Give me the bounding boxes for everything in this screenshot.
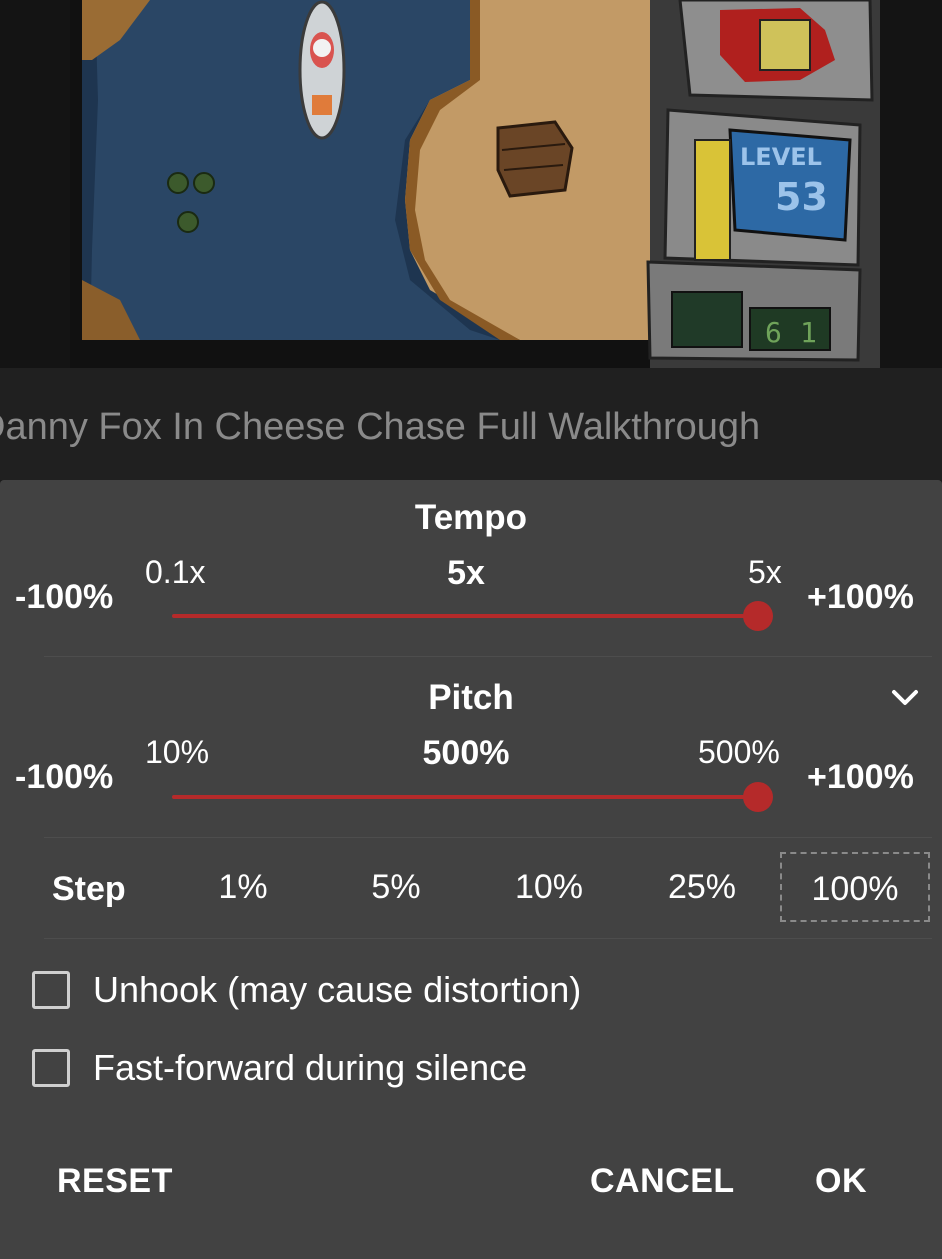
pitch-min-label: 10% (145, 734, 210, 770)
step-option-10[interactable]: 10% (474, 852, 624, 922)
cancel-button[interactable]: CANCEL (590, 1162, 735, 1201)
tempo-min-label: 0.1x (145, 554, 206, 590)
video-title: Danny Fox In Cheese Chase Full Walkthrou… (0, 406, 761, 448)
game-frame-image: LEVEL 53 6 1 (0, 0, 942, 368)
ok-button[interactable]: OK (815, 1162, 867, 1201)
tempo-current-value: 5x (447, 554, 485, 592)
tempo-increase-button[interactable]: +100% (807, 578, 914, 617)
divider (44, 837, 932, 838)
pitch-increase-button[interactable]: +100% (807, 758, 914, 797)
step-option-5[interactable]: 5% (321, 852, 471, 922)
tempo-max-label: 5x (748, 554, 782, 590)
video-player[interactable]: LEVEL 53 6 1 (0, 0, 942, 368)
pitch-max-label: 500% (698, 734, 780, 770)
pitch-title: Pitch (428, 678, 514, 717)
step-option-25[interactable]: 25% (627, 852, 777, 922)
step-option-100[interactable]: 100% (780, 852, 930, 922)
unhook-label: Unhook (may cause distortion) (93, 969, 582, 1010)
fast-forward-option[interactable]: Fast-forward during silence (32, 1046, 527, 1090)
reset-button[interactable]: RESET (57, 1162, 173, 1201)
pitch-slider-track[interactable] (172, 795, 758, 799)
playback-parameters-dialog: Tempo -100% +100% 0.1x 5x 5x Pitch -100%… (0, 480, 942, 1259)
crate (496, 120, 574, 198)
divider (44, 656, 932, 657)
pitch-slider-thumb[interactable] (743, 782, 773, 812)
unhook-checkbox[interactable] (32, 971, 70, 1009)
pitch-current-value: 500% (422, 734, 510, 772)
fast-forward-checkbox[interactable] (32, 1049, 70, 1087)
divider (44, 938, 932, 939)
tempo-slider-track[interactable] (172, 614, 758, 618)
hud-level-number: 53 (775, 175, 828, 219)
unhook-option[interactable]: Unhook (may cause distortion) (32, 968, 581, 1012)
step-option-1[interactable]: 1% (168, 852, 318, 922)
screen: LEVEL 53 6 1 Danny Fox In Cheese Chase F… (0, 0, 942, 1259)
hud-level-label: LEVEL (740, 143, 822, 171)
step-label: Step (52, 870, 126, 908)
hud-digit-2: 1 (800, 316, 817, 349)
tempo-slider-thumb[interactable] (743, 601, 773, 631)
boat (298, 0, 346, 140)
tempo-decrease-button[interactable]: -100% (15, 578, 113, 617)
fast-forward-label: Fast-forward during silence (93, 1047, 528, 1088)
hud-digit-1: 6 (765, 316, 782, 349)
tempo-title: Tempo (414, 498, 528, 537)
pitch-decrease-button[interactable]: -100% (15, 758, 113, 797)
chevron-down-icon[interactable] (887, 680, 923, 716)
